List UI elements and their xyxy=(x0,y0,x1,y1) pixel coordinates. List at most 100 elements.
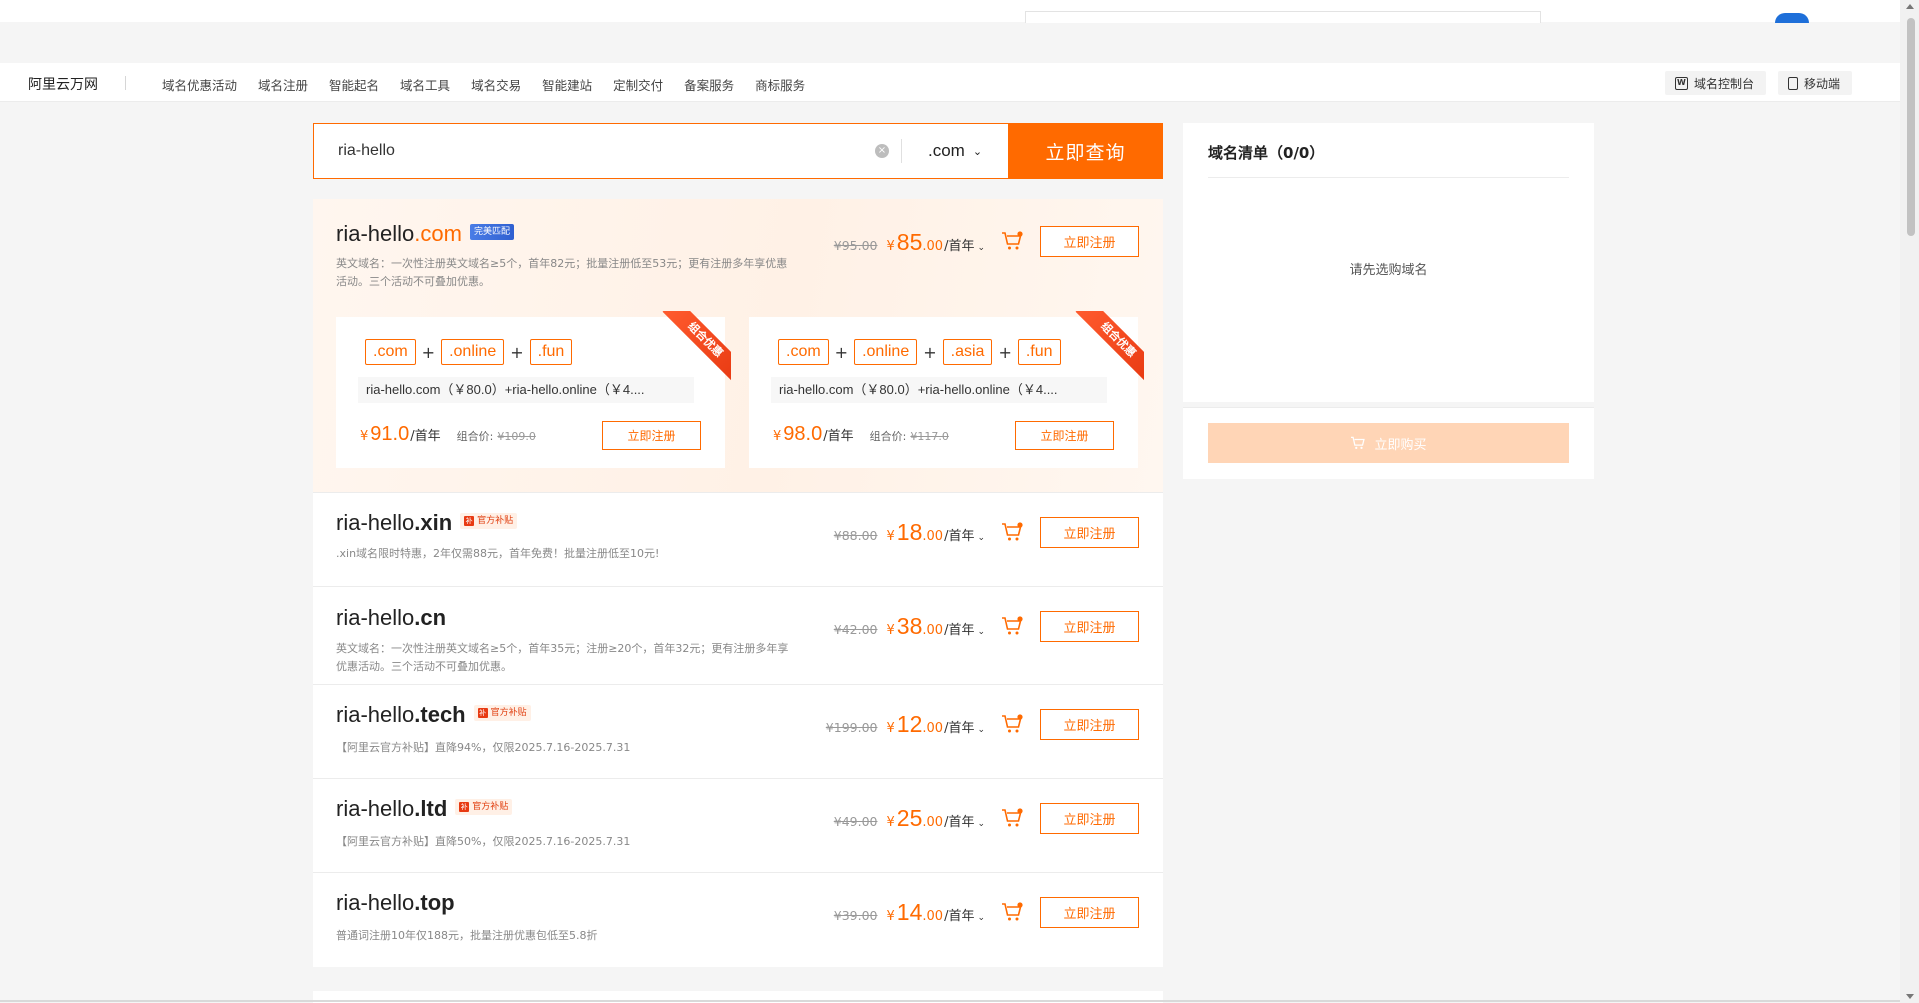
price-integer: 14 xyxy=(896,899,923,925)
period-select[interactable]: /首年 ⌄ xyxy=(944,811,985,830)
scrollbar-thumb[interactable] xyxy=(1907,18,1915,236)
domain-tld: .com xyxy=(414,221,462,246)
shopping-cart-icon[interactable] xyxy=(1001,522,1023,542)
domain-desc: 【阿里云官方补贴】直降94%，仅限2025.7.16-2025.7.31 xyxy=(336,741,631,754)
register-button[interactable]: 立即注册 xyxy=(1040,709,1139,740)
nav-link-site-builder[interactable]: 智能建站 xyxy=(542,75,592,94)
period-select[interactable]: /首年 ⌄ xyxy=(944,235,985,254)
price-integer: 38 xyxy=(896,613,923,639)
domain-desc: 英文域名：一次性注册英文域名≥5个，首年35元；注册≥20个，首年32元；更有注… xyxy=(336,642,789,673)
combo-tag: .online xyxy=(854,339,918,365)
domain-desc: 【阿里云官方补贴】直降50%，仅限2025.7.16-2025.7.31 xyxy=(336,835,631,848)
brand-logo[interactable]: 阿里云万网 xyxy=(28,74,98,94)
clear-circle-icon[interactable]: × xyxy=(875,144,889,158)
mobile-button[interactable]: 移动端 xyxy=(1777,71,1852,95)
domain-list-title: 域名清单（0/0） xyxy=(1208,144,1325,162)
plus-sign: + xyxy=(923,342,937,362)
register-button[interactable]: 立即注册 xyxy=(1040,897,1139,928)
chevron-down-icon: ⌄ xyxy=(977,725,985,735)
period-select[interactable]: /首年 ⌄ xyxy=(944,619,985,638)
buy-now-label: 立即购买 xyxy=(1374,437,1427,453)
combo-old-price: ¥109.0 xyxy=(497,430,536,443)
buy-now-button[interactable]: 立即购买 xyxy=(1208,423,1569,463)
combo-price: ¥91.0/首年 组合价: ¥109.0 xyxy=(360,423,536,446)
mobile-icon xyxy=(1787,76,1798,90)
console-button[interactable]: W 域名控制台 xyxy=(1664,71,1766,95)
price: ¥42.00 ¥38.00 /首年 ⌄ xyxy=(834,613,985,640)
domain-name: ria-hello.tech 补官方补贴 xyxy=(336,702,531,728)
register-button[interactable]: 立即注册 xyxy=(1040,611,1139,642)
ribbon-label: 组合优惠 xyxy=(1075,311,1144,383)
domain-search-input[interactable] xyxy=(314,124,875,178)
console-icon: W xyxy=(1674,76,1688,90)
period-select[interactable]: /首年 ⌄ xyxy=(944,905,985,924)
badge-label: 官方补贴 xyxy=(472,802,509,813)
combo-old-price: ¥117.0 xyxy=(910,430,949,443)
period-label: /首年 xyxy=(944,623,975,638)
combo-period: /首年 xyxy=(410,429,441,444)
badge-label: 官方补贴 xyxy=(490,708,527,719)
domain-label: ria-hello xyxy=(336,702,415,727)
domain-label: ria-hello xyxy=(336,796,415,821)
register-button[interactable]: 立即注册 xyxy=(1040,803,1139,834)
suffix-select[interactable]: .com ⌄ xyxy=(902,124,1008,178)
combo-card: 组合优惠 .com + .online + .asia + .fun ria-hell… xyxy=(749,311,1144,468)
ribbon-label: 组合优惠 xyxy=(662,311,731,383)
combo-price-value: 91.0 xyxy=(370,423,410,445)
currency-symbol: ¥ xyxy=(886,909,895,924)
shopping-cart-icon[interactable] xyxy=(1001,231,1023,251)
search-button[interactable]: 立即查询 xyxy=(1008,123,1163,179)
page-scrollbar[interactable] xyxy=(1900,0,1919,1003)
result-row: ria-hello.tech 补官方补贴 【阿里云官方补贴】直降94%，仅限202… xyxy=(313,685,1163,779)
domain-tld: .ltd xyxy=(414,796,448,821)
avatar[interactable] xyxy=(1775,13,1809,23)
shopping-cart-icon[interactable] xyxy=(1001,808,1023,828)
shopping-cart-icon[interactable] xyxy=(1001,902,1023,922)
combo-register-button[interactable]: 立即注册 xyxy=(1015,421,1114,450)
domain-name: ria-hello.xin 补官方补贴 xyxy=(336,510,518,536)
old-price: ¥39.00 xyxy=(833,908,878,923)
shopping-cart-icon[interactable] xyxy=(1001,616,1023,636)
price-integer: 85 xyxy=(896,229,923,255)
nav-link-trademark[interactable]: 商标服务 xyxy=(755,75,805,94)
combo-ribbon: 组合优惠 xyxy=(659,311,731,383)
shopping-cart-icon[interactable] xyxy=(1001,714,1023,734)
scroll-down-icon[interactable] xyxy=(1906,994,1914,999)
register-button[interactable]: 立即注册 xyxy=(1040,517,1139,548)
domain-label: ria-hello xyxy=(336,221,415,246)
nav-link-trade[interactable]: 域名交易 xyxy=(471,75,521,94)
nav-link-promotions[interactable]: 域名优惠活动 xyxy=(162,75,237,94)
nav-link-smart-naming[interactable]: 智能起名 xyxy=(329,75,379,94)
nav-link-register[interactable]: 域名注册 xyxy=(258,75,308,94)
combo-price: ¥98.0/首年 组合价: ¥117.0 xyxy=(773,423,949,446)
price: ¥39.00 ¥14.00 /首年 ⌄ xyxy=(834,899,985,926)
nav-link-custom-delivery[interactable]: 定制交付 xyxy=(613,75,663,94)
nav-right: W 域名控制台 移动端 xyxy=(1664,71,1852,95)
nav-link-icp[interactable]: 备案服务 xyxy=(684,75,734,94)
period-label: /首年 xyxy=(944,909,975,924)
nav-link-tools[interactable]: 域名工具 xyxy=(400,75,450,94)
result-row-featured: ria-hello.com 完美匹配 英文域名：一次性注册英文域名≥5个，首年82… xyxy=(313,199,1163,493)
period-select[interactable]: /首年 ⌄ xyxy=(944,717,985,736)
currency-symbol: ¥ xyxy=(886,815,895,830)
scroll-up-icon[interactable] xyxy=(1906,4,1914,9)
domain-tld: .tech xyxy=(414,702,466,727)
nav-bar: 阿里云万网 域名优惠活动 域名注册 智能起名 域名工具 域名交易 智能建站 定制… xyxy=(0,63,1900,102)
nav-links: 域名优惠活动 域名注册 智能起名 域名工具 域名交易 智能建站 定制交付 备案服… xyxy=(162,75,826,94)
combo-card: 组合优惠 .com + .online + .fun ria-hello.com（￥… xyxy=(336,311,731,468)
result-row: ria-hello.cn 英文域名：一次性注册英文域名≥5个，首年35元；注册≥… xyxy=(313,587,1163,685)
register-button[interactable]: 立即注册 xyxy=(1040,226,1139,257)
combo-period: /首年 xyxy=(823,429,854,444)
chevron-down-icon: ⌄ xyxy=(972,145,983,158)
subsidy-badge: 补官方补贴 xyxy=(473,705,531,722)
old-price: ¥49.00 xyxy=(833,814,878,829)
price: ¥95.00 ¥85.00 /首年 ⌄ xyxy=(834,229,985,256)
price-integer: 25 xyxy=(896,805,923,831)
result-row: ria-hello.ltd 补官方补贴 【阿里云官方补贴】直降50%，仅限2025… xyxy=(313,779,1163,873)
header-search-input-edge[interactable] xyxy=(1025,11,1541,23)
combo-register-button[interactable]: 立即注册 xyxy=(602,421,701,450)
price: ¥88.00 ¥18.00 /首年 ⌄ xyxy=(834,519,985,546)
chevron-down-icon: ⌄ xyxy=(977,533,985,543)
period-select[interactable]: /首年 ⌄ xyxy=(944,525,985,544)
old-price: ¥199.00 xyxy=(825,720,878,735)
